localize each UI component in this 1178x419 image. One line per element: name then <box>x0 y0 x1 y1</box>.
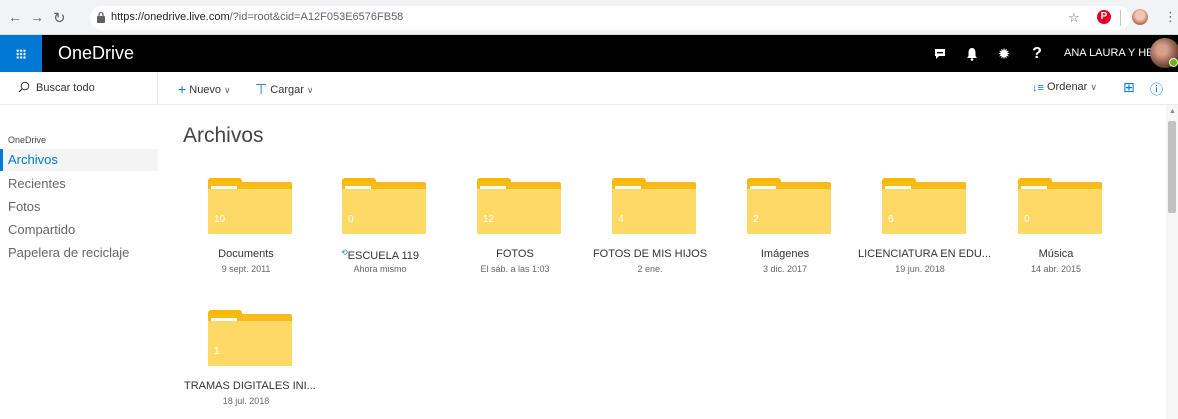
folder-name[interactable]: Documents <box>184 248 308 260</box>
presence-badge <box>1169 58 1178 67</box>
folder-name[interactable]: LICENCIATURA EN EDU... <box>858 248 991 260</box>
url-text[interactable]: https://onedrive.live.com/?id=root&cid=A… <box>111 11 403 23</box>
nav-heading: OneDrive <box>8 135 47 145</box>
folder-date: 14 abr. 2015 <box>1030 264 1082 274</box>
folder-icon: 12 <box>477 178 561 234</box>
upload-label: Cargar <box>270 84 304 96</box>
url-host: https://onedrive.live.com <box>111 11 230 23</box>
details-pane-button[interactable]: ⓘ <box>1150 79 1163 98</box>
sync-icon: ⟲ <box>340 248 348 257</box>
chevron-down-icon: ∨ <box>306 85 314 95</box>
plus-icon: + <box>178 81 187 97</box>
folder-name[interactable]: TRAMAS DIGITALES INI... <box>184 380 316 392</box>
toolbar-divider <box>1120 10 1121 26</box>
folder-date: 3 dic. 2017 <box>762 264 808 274</box>
item-count: 0 <box>1024 214 1030 225</box>
browser-profile-avatar[interactable] <box>1132 9 1148 25</box>
search-icon <box>18 81 30 93</box>
bell-icon <box>967 47 977 61</box>
folder-date: 18 jul. 2018 <box>222 396 270 406</box>
lock-icon <box>97 11 105 23</box>
folder-tile[interactable]: 2 Imágenes 3 dic. 2017 <box>723 178 847 298</box>
grid-view-icon: ⊞ <box>1123 79 1135 95</box>
forward-arrow-icon[interactable]: → <box>30 9 44 25</box>
suite-bar: OneDrive ✹ ? ANA LAURA Y HE... <box>0 35 1178 72</box>
folder-name[interactable]: Imágenes <box>723 248 847 260</box>
settings-gear-icon[interactable]: ✹ <box>988 35 1020 72</box>
folder-tile[interactable]: 4 FOTOS DE MIS HIJOS 2 ene. <box>588 178 712 298</box>
left-navigation: OneDrive Archivos Recientes Fotos Compar… <box>0 105 158 419</box>
folder-date: 19 jun. 2018 <box>895 264 945 274</box>
folder-tile[interactable]: 1 TRAMAS DIGITALES INI... 18 jul. 2018 <box>184 310 316 419</box>
more-menu-icon[interactable]: ⋮ <box>1164 9 1177 25</box>
folder-tile[interactable]: 12 FOTOS El sáb. a las 1:03 <box>453 178 577 298</box>
folder-tile[interactable]: 0 Música 14 abr. 2015 <box>994 178 1118 298</box>
notifications-bell-icon[interactable] <box>956 35 988 72</box>
folder-date: El sáb. a las 1:03 <box>480 264 550 274</box>
folder-date: 9 sept. 2011 <box>221 264 271 274</box>
item-count: 4 <box>618 214 624 225</box>
nav-item-compartido[interactable]: Compartido <box>0 219 158 241</box>
app-brand[interactable]: OneDrive <box>58 43 134 64</box>
nav-item-papelera[interactable]: Papelera de reciclaje <box>0 242 158 264</box>
folder-icon: 1 <box>208 310 292 366</box>
sort-button[interactable]: ↓≡ Ordenar ∨ <box>1032 81 1097 94</box>
folder-icon: 4 <box>612 178 696 234</box>
help-question-icon[interactable]: ? <box>1021 35 1053 72</box>
browser-toolbar: ← → ↻ https://onedrive.live.com/?id=root… <box>0 0 1178 35</box>
folder-icon: 10 <box>208 178 292 234</box>
item-count: 10 <box>214 214 226 225</box>
chat-bubble-icon <box>935 48 945 59</box>
folder-name[interactable]: Música <box>994 248 1118 260</box>
reload-icon[interactable]: ↻ <box>53 9 66 27</box>
nav-item-archivos[interactable]: Archivos <box>0 149 158 171</box>
nav-item-recientes[interactable]: Recientes <box>0 173 158 195</box>
folder-icon: 0 <box>1018 178 1102 234</box>
folder-tile[interactable]: 6 LICENCIATURA EN EDU... 19 jun. 2018 <box>858 178 991 298</box>
nav-item-fotos[interactable]: Fotos <box>0 196 158 218</box>
view-tiles-button[interactable]: ⊞ <box>1123 79 1135 96</box>
command-bar: Buscar todo + Nuevo ∨ ⊤ Cargar ∨ ↓≡ Ordena… <box>0 72 1178 105</box>
folder-icon: 0 <box>342 178 426 234</box>
folder-tile[interactable]: 0 ⟲ESCUELA 119 Ahora mismo <box>318 178 442 298</box>
folder-icon: 2 <box>747 178 831 234</box>
pinterest-extension-icon[interactable]: P <box>1097 10 1111 24</box>
sort-label: Ordenar <box>1046 81 1088 93</box>
chevron-down-icon: ∨ <box>1090 82 1097 92</box>
folder-tile[interactable]: 10 Documents 9 sept. 2011 <box>184 178 308 298</box>
chevron-down-icon: ∨ <box>224 85 231 95</box>
upload-button[interactable]: ⊤ Cargar ∨ <box>255 81 313 98</box>
scroll-up-arrow-icon[interactable]: ▲ <box>1169 108 1176 115</box>
folder-date: 2 ene. <box>637 264 663 274</box>
folder-name-wrap[interactable]: ⟲ESCUELA 119 <box>318 248 442 262</box>
back-arrow-icon[interactable]: ← <box>8 9 22 25</box>
item-count: 12 <box>483 214 495 225</box>
user-name[interactable]: ANA LAURA Y HE... <box>1064 47 1163 59</box>
upload-arrow-icon: ⊤ <box>255 81 268 97</box>
item-count: 0 <box>348 214 354 225</box>
vertical-scrollbar[interactable]: ▲ <box>1166 105 1178 419</box>
waffle-icon <box>16 49 26 59</box>
folder-date: Ahora mismo <box>353 264 407 274</box>
user-avatar[interactable] <box>1150 38 1178 68</box>
folder-name[interactable]: FOTOS DE MIS HIJOS <box>588 248 712 260</box>
item-count: 6 <box>888 214 894 225</box>
search-box[interactable]: Buscar todo <box>0 72 158 105</box>
new-button[interactable]: + Nuevo ∨ <box>178 81 231 97</box>
item-count: 2 <box>753 214 759 225</box>
item-count: 1 <box>214 346 220 357</box>
search-placeholder: Buscar todo <box>36 82 95 94</box>
scrollbar-thumb[interactable] <box>1168 121 1176 213</box>
folder-icon: 6 <box>882 178 966 234</box>
new-label: Nuevo <box>189 84 222 96</box>
page-title: Archivos <box>183 124 264 147</box>
sort-icon: ↓≡ <box>1032 82 1044 94</box>
bookmark-star-icon[interactable]: ☆ <box>1068 10 1080 26</box>
app-launcher-button[interactable] <box>0 35 42 72</box>
url-path: /?id=root&cid=A12F053E6576FB58 <box>229 11 404 23</box>
folder-name[interactable]: FOTOS <box>453 248 577 260</box>
chat-feedback-icon[interactable] <box>924 35 956 72</box>
folder-name: ESCUELA 119 <box>347 250 420 262</box>
info-icon: ⓘ <box>1150 82 1164 97</box>
